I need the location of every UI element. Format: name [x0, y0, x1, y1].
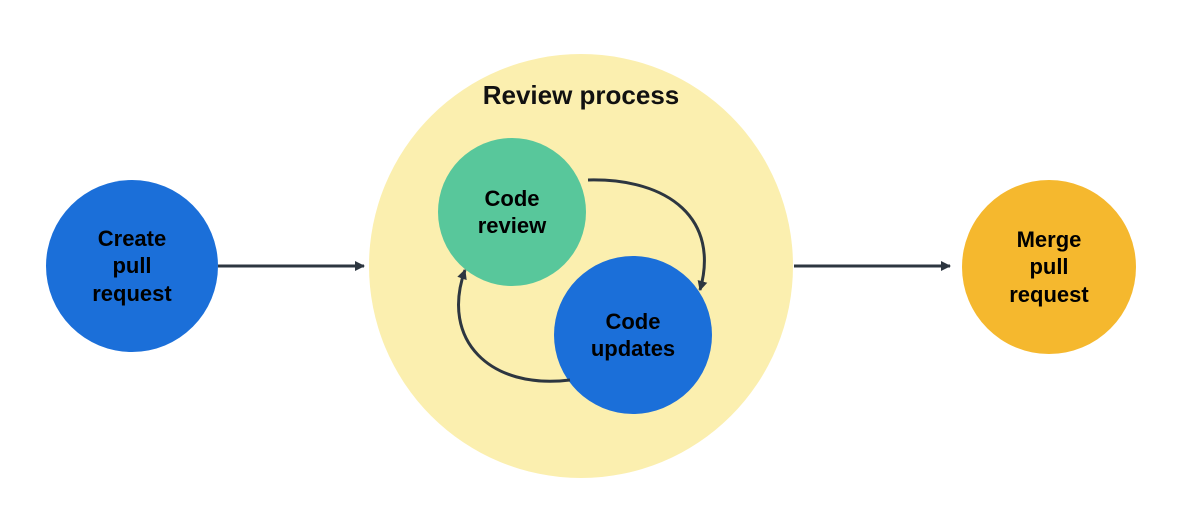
- node-code-updates: Code updates: [554, 256, 712, 414]
- node-merge-label: Merge pull request: [1009, 226, 1088, 309]
- node-merge-pull-request: Merge pull request: [962, 180, 1136, 354]
- node-code-review: Code review: [438, 138, 586, 286]
- arrow-review-to-merge: [794, 256, 964, 276]
- node-updates-label: Code updates: [591, 308, 675, 363]
- arrow-create-to-review: [218, 256, 378, 276]
- node-review-label: Code review: [478, 185, 547, 240]
- review-process-container: [369, 54, 793, 478]
- review-process-title: Review process: [369, 80, 793, 111]
- node-create-label: Create pull request: [92, 225, 171, 308]
- node-create-pull-request: Create pull request: [46, 180, 218, 352]
